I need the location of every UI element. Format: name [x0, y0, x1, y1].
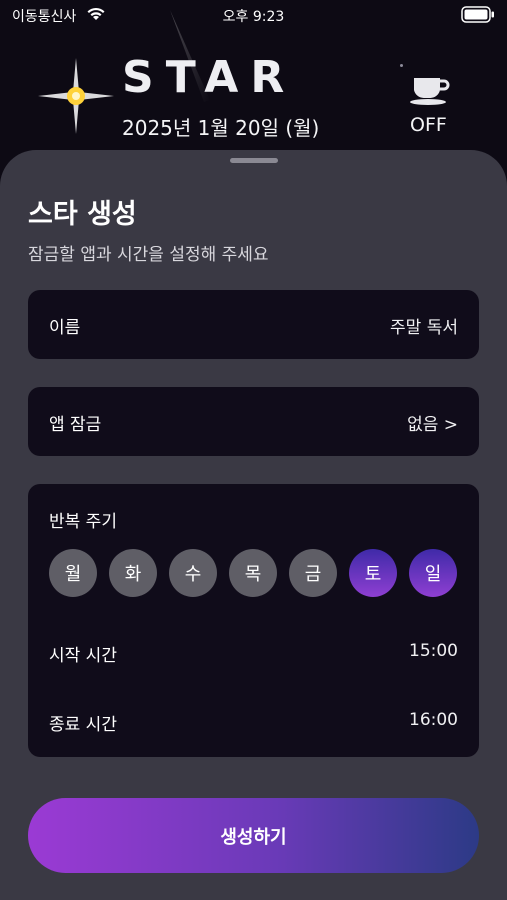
day-wed[interactable]: 수 [169, 549, 217, 597]
day-mon[interactable]: 월 [49, 549, 97, 597]
sheet-subtitle: 잠금할 앱과 시간을 설정해 주세요 [28, 245, 269, 265]
battery-icon [461, 6, 494, 23]
sheet-title: 스타 생성 [28, 199, 137, 230]
schedule-card: 반복 주기 월 화 수 목 금 토 일 시작 시간 15:00 종료 시간 16… [28, 484, 479, 757]
sparkle-star-icon [38, 58, 114, 134]
name-value: 주말 독서 [390, 318, 458, 338]
app-logo: STAR [122, 52, 297, 103]
create-star-sheet: 스타 생성 잠금할 앱과 시간을 설정해 주세요 이름 주말 독서 앱 잠금 없… [0, 150, 507, 900]
end-time-value[interactable]: 16:00 [409, 710, 458, 730]
app-lock-row[interactable]: 앱 잠금 없음 > [28, 387, 479, 456]
app-lock-label: 앱 잠금 [49, 415, 102, 435]
name-label: 이름 [49, 318, 81, 338]
current-date: 2025년 1월 20일 (월) [122, 116, 320, 140]
tiny-star-dot [400, 64, 403, 67]
sheet-drag-handle[interactable] [230, 158, 278, 163]
status-bar: 이동통신사 오후 9:23 [0, 0, 507, 30]
day-tue[interactable]: 화 [109, 549, 157, 597]
day-sat[interactable]: 토 [349, 549, 397, 597]
app-lock-value: 없음 > [407, 415, 458, 435]
day-fri[interactable]: 금 [289, 549, 337, 597]
start-time-value[interactable]: 15:00 [409, 641, 458, 661]
coffee-cup-icon[interactable] [408, 72, 450, 106]
day-sun[interactable]: 일 [409, 549, 457, 597]
create-button[interactable]: 생성하기 [28, 798, 479, 873]
repeat-label: 반복 주기 [49, 512, 117, 532]
name-row[interactable]: 이름 주말 독서 [28, 290, 479, 359]
weekday-selector: 월 화 수 목 금 토 일 [49, 549, 459, 597]
day-thu[interactable]: 목 [229, 549, 277, 597]
start-time-label: 시작 시간 [49, 646, 117, 666]
end-time-label: 종료 시간 [49, 715, 117, 735]
clock: 오후 9:23 [222, 9, 285, 25]
break-status-label[interactable]: OFF [410, 114, 447, 136]
